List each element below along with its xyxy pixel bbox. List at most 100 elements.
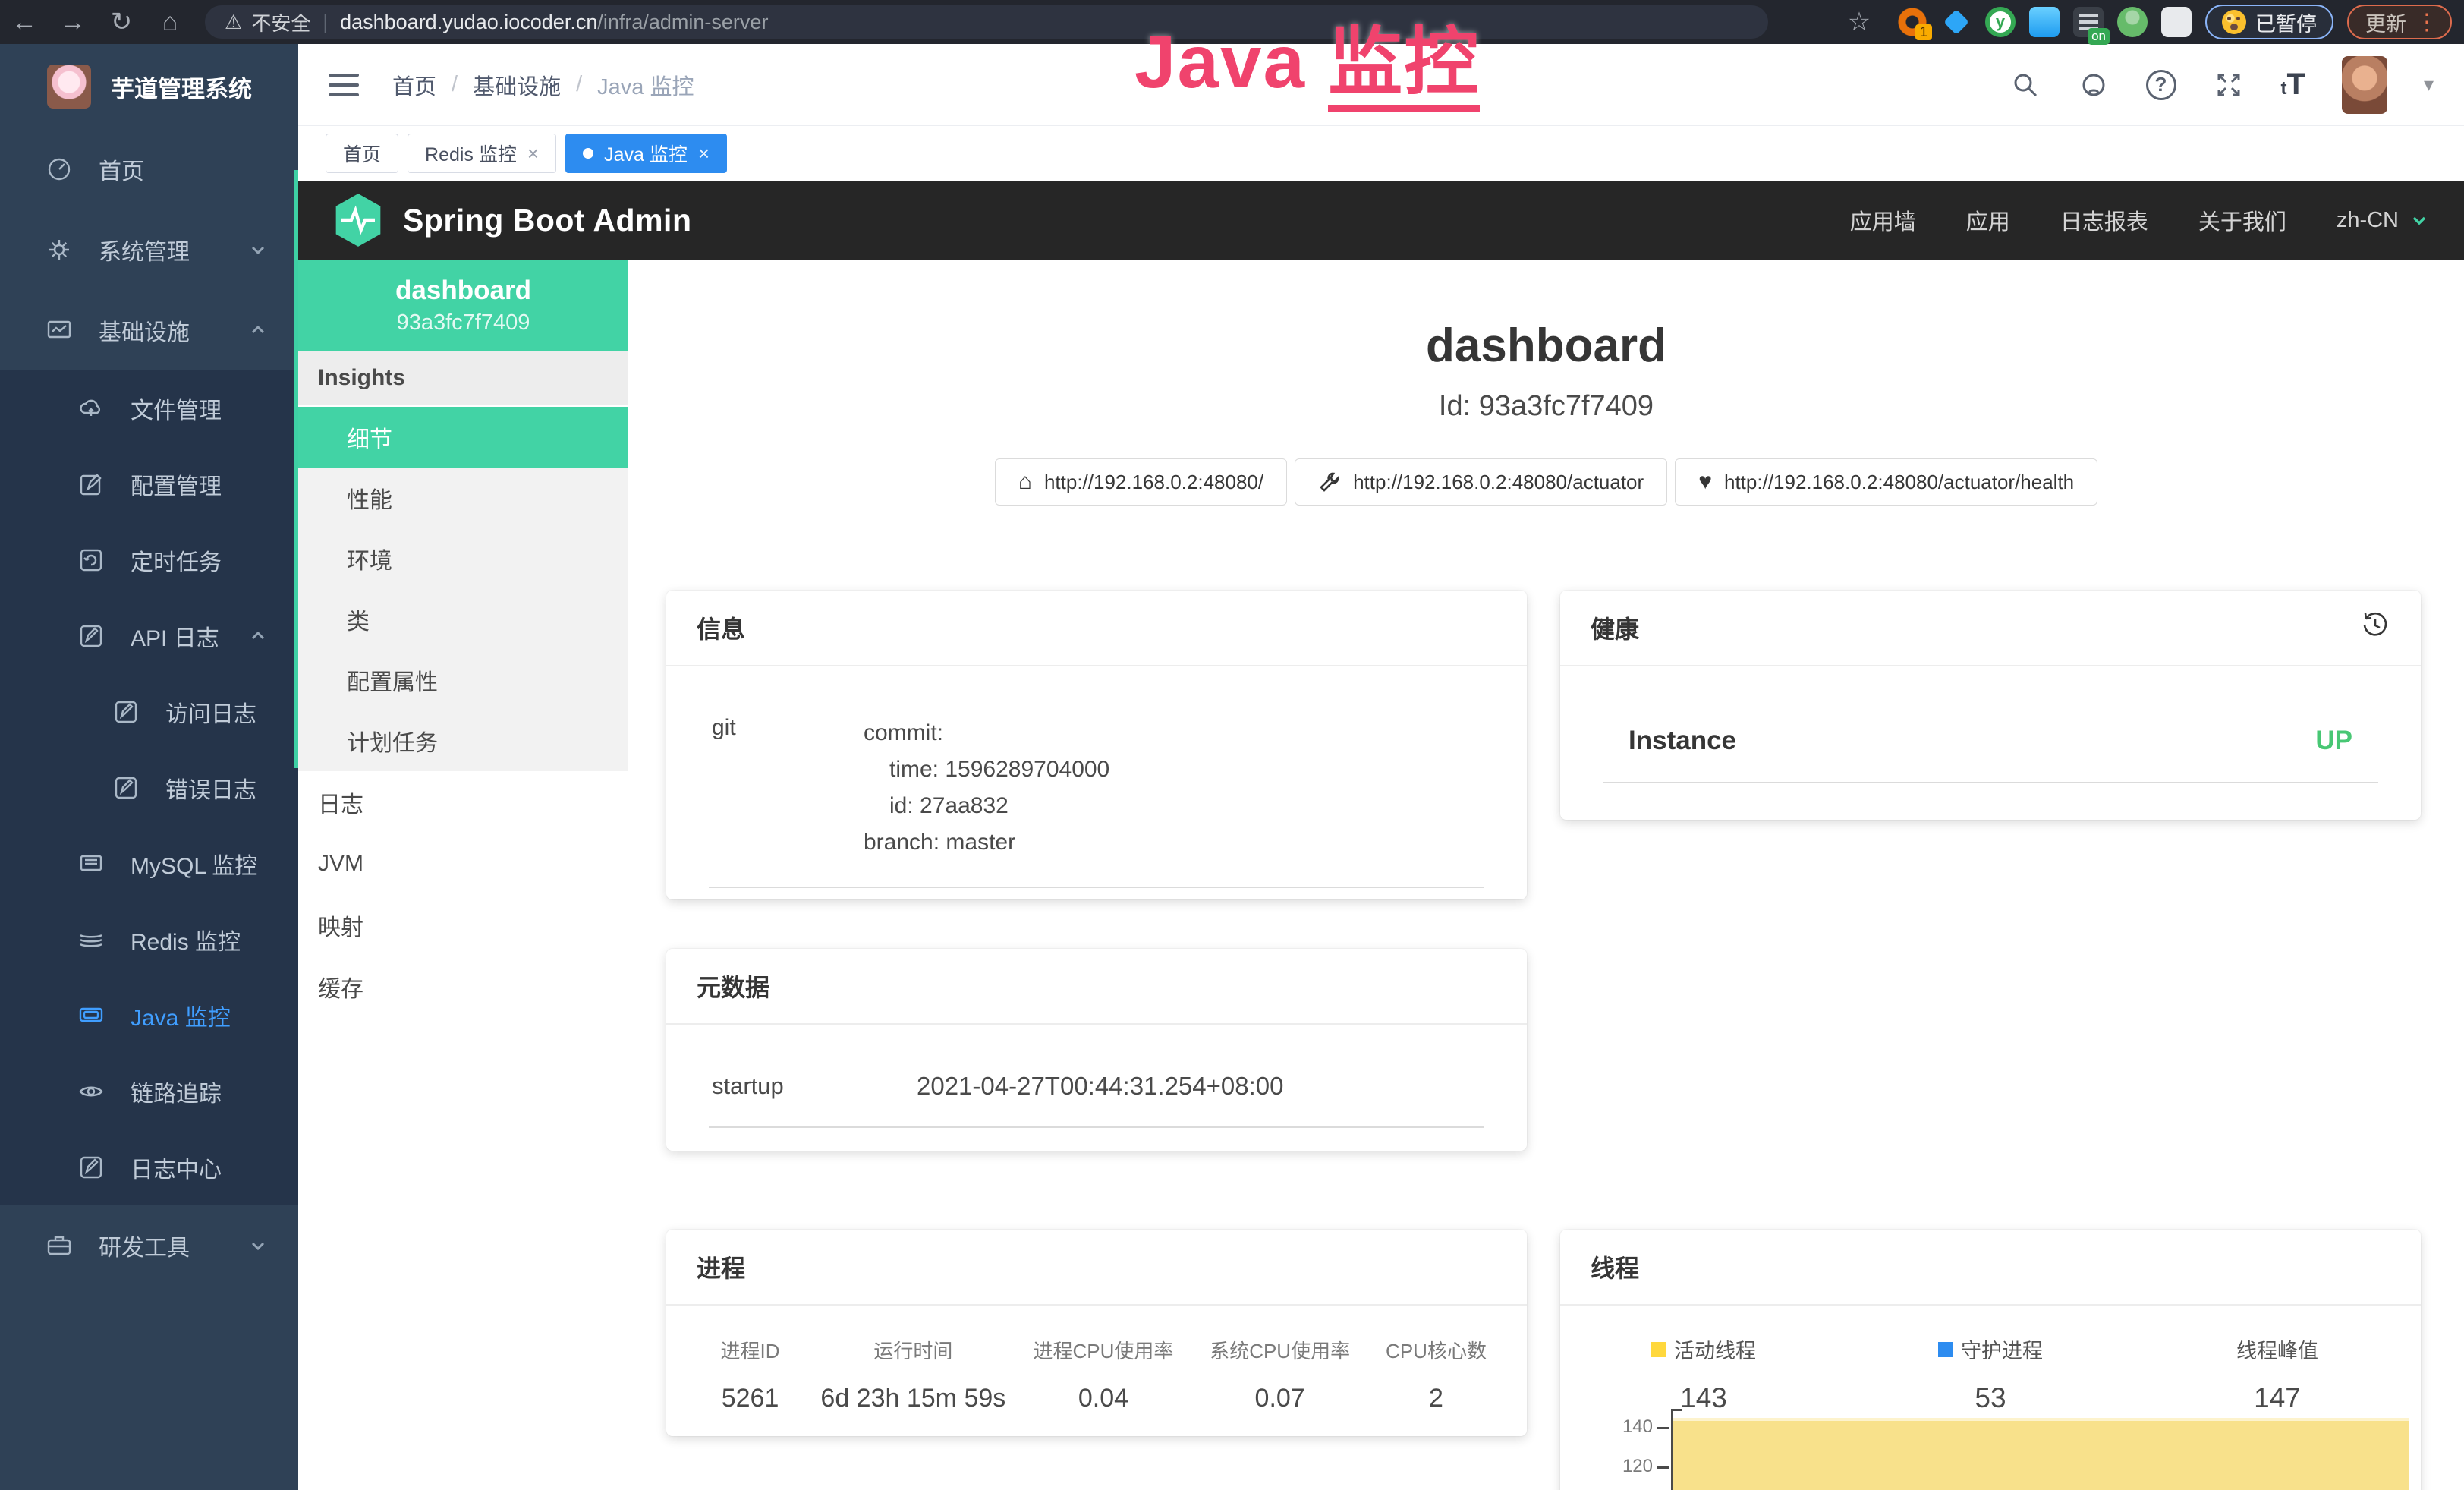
sba-item-classes[interactable]: 类	[298, 589, 628, 650]
sba-item-mappings[interactable]: 映射	[298, 894, 628, 956]
extension-icon-list[interactable]: on	[2073, 7, 2104, 37]
sidebar-item-scheduled-jobs[interactable]: 定时任务	[0, 522, 298, 598]
sba-nav: 应用墙 应用 日志报表 关于我们 zh-CN	[1850, 204, 2429, 236]
home-icon[interactable]: ⌂	[146, 8, 194, 37]
sidebar-item-file-management[interactable]: 文件管理	[0, 370, 298, 446]
sidebar-item-log-center[interactable]: 日志中心	[0, 1129, 298, 1205]
help-icon[interactable]: ?	[2146, 70, 2176, 100]
sidebar-item-mysql-monitor[interactable]: MySQL 监控	[0, 826, 298, 902]
sidebar-item-error-log[interactable]: 错误日志	[0, 750, 298, 826]
sba-brand[interactable]: Spring Boot Admin	[333, 192, 691, 248]
sidebar-item-infrastructure[interactable]: 基础设施	[0, 290, 298, 370]
sba-item-caches[interactable]: 缓存	[298, 956, 628, 1017]
scrollbar-thumb[interactable]	[294, 170, 298, 768]
health-history-icon[interactable]	[2360, 610, 2390, 646]
extension-icon-pin[interactable]	[1941, 7, 1972, 37]
sba-language-select[interactable]: zh-CN	[2337, 208, 2429, 233]
extension-icon-person[interactable]	[2117, 7, 2148, 37]
sidebar-item-redis-monitor[interactable]: Redis 监控	[0, 902, 298, 978]
breadcrumb-separator: /	[452, 72, 458, 97]
pen-square-icon	[77, 622, 105, 650]
sba-nav-about[interactable]: 关于我们	[2198, 204, 2286, 236]
tab-java-monitor[interactable]: Java 监控 ×	[565, 134, 727, 173]
back-icon[interactable]: ←	[0, 8, 49, 37]
github-icon[interactable]	[2078, 69, 2110, 101]
browser-update-button[interactable]: 更新 ⋮	[2347, 5, 2452, 39]
instance-header[interactable]: dashboard 93a3fc7f7409	[298, 260, 628, 351]
sidebar-item-api-log[interactable]: API 日志	[0, 598, 298, 674]
sba-item-config-props[interactable]: 配置属性	[298, 650, 628, 710]
timer-icon	[77, 547, 105, 574]
health-instance-row: Instance UP	[1560, 666, 2421, 756]
address-bar[interactable]: ⚠ 不安全 | dashboard.yudao.iocoder.cn /infr…	[205, 5, 1768, 39]
sba-item-logs[interactable]: 日志	[298, 771, 628, 833]
avatar-caret-down-icon[interactable]: ▾	[2424, 73, 2434, 96]
extension-icon-grid[interactable]	[2029, 7, 2060, 37]
font-size-icon[interactable]: tT	[2281, 68, 2305, 102]
fullscreen-icon[interactable]	[2213, 69, 2245, 101]
y-tickmark	[1657, 1466, 1669, 1469]
sba-item-details[interactable]: 细节	[298, 407, 628, 468]
sidebar-item-label: 首页	[99, 153, 144, 186]
sba-item-environment[interactable]: 环境	[298, 528, 628, 589]
profile-emoji-icon	[2222, 10, 2246, 34]
bookmark-star-icon[interactable]: ☆	[1835, 7, 1883, 37]
sidebar-item-label: 基础设施	[99, 313, 190, 347]
extension-icon-orange[interactable]: 1	[1897, 7, 1927, 37]
health-status-badge: UP	[2315, 726, 2352, 756]
breadcrumb-separator: /	[576, 72, 582, 97]
extensions-puzzle-icon[interactable]	[2161, 7, 2192, 37]
extension-icon-y[interactable]: y	[1985, 7, 2016, 37]
profile-paused-chip[interactable]: 已暂停	[2205, 5, 2333, 39]
font-size-small-glyph: t	[2281, 78, 2287, 99]
sidebar-item-dev-tools[interactable]: 研发工具	[0, 1205, 298, 1286]
service-url-button[interactable]: ⌂ http://192.168.0.2:48080/	[995, 458, 1287, 506]
collapse-sidebar-icon[interactable]	[329, 74, 359, 96]
y-tickmark	[1657, 1427, 1669, 1429]
sba-nav-applications[interactable]: 应用	[1966, 204, 2010, 236]
breadcrumb-infrastructure[interactable]: 基础设施	[473, 69, 561, 101]
threads-area-chart: 140 120 100	[1560, 1403, 2421, 1490]
app-logo-row[interactable]: 芋道管理系统	[0, 44, 298, 129]
metadata-card: 元数据 startup 2021-04-27T00:44:31.254+08:0…	[666, 949, 1527, 1151]
tab-home[interactable]: 首页	[326, 134, 398, 173]
sidebar-item-java-monitor[interactable]: Java 监控	[0, 978, 298, 1054]
admin-topbar: 首页 / 基础设施 / Java 监控 ? tT	[298, 44, 2464, 126]
sba-item-jvm[interactable]: JVM	[298, 833, 628, 894]
tab-redis-monitor[interactable]: Redis 监控 ×	[408, 134, 556, 173]
user-avatar[interactable]	[2342, 56, 2387, 114]
sba-item-scheduled-tasks[interactable]: 计划任务	[298, 710, 628, 771]
legend-swatch-blue	[1938, 1342, 1953, 1357]
process-table-values: 5261 6d 23h 15m 59s 0.04 0.07 2	[689, 1364, 1504, 1413]
forward-icon[interactable]: →	[49, 8, 97, 37]
close-icon[interactable]: ×	[527, 142, 539, 165]
actuator-url-button[interactable]: http://192.168.0.2:48080/actuator	[1295, 458, 1667, 506]
sidebar-item-tracing[interactable]: 链路追踪	[0, 1054, 298, 1129]
reload-icon[interactable]: ↻	[97, 7, 146, 37]
chevron-up-icon	[248, 320, 268, 340]
close-icon[interactable]: ×	[698, 142, 710, 165]
health-url-button[interactable]: ♥ http://192.168.0.2:48080/actuator/heal…	[1675, 458, 2097, 506]
sba-nav-journal[interactable]: 日志报表	[2060, 204, 2148, 236]
process-table-header: 进程ID 运行时间 进程CPU使用率 系统CPU使用率 CPU核心数	[689, 1336, 1504, 1364]
browser-menu-icon[interactable]: ⋮	[2415, 9, 2438, 36]
breadcrumb-home[interactable]: 首页	[392, 69, 436, 101]
sidebar-item-home[interactable]: 首页	[0, 129, 298, 209]
chevron-down-icon	[2409, 210, 2429, 230]
legend-label: 线程峰值	[2236, 1334, 2318, 1364]
health-instance-label: Instance	[1629, 726, 1736, 756]
sba-navbar: Spring Boot Admin 应用墙 应用 日志报表 关于我们 zh-CN	[298, 181, 2464, 260]
sidebar-item-label: 研发工具	[99, 1229, 190, 1262]
service-url: http://192.168.0.2:48080/	[1044, 471, 1263, 494]
sidebar-item-system[interactable]: 系统管理	[0, 209, 298, 290]
active-threads-area	[1673, 1418, 2409, 1490]
sba-item-metrics[interactable]: 性能	[298, 468, 628, 528]
sba-nav-wallboard[interactable]: 应用墙	[1850, 204, 1916, 236]
sidebar-item-access-log[interactable]: 访问日志	[0, 674, 298, 750]
search-icon[interactable]	[2009, 69, 2041, 101]
chevron-down-icon	[248, 240, 268, 260]
sidebar-item-label: Java 监控	[131, 999, 231, 1032]
app-logo	[47, 65, 91, 109]
threads-card-title: 线程	[1560, 1230, 2421, 1306]
sidebar-item-config-management[interactable]: 配置管理	[0, 446, 298, 522]
